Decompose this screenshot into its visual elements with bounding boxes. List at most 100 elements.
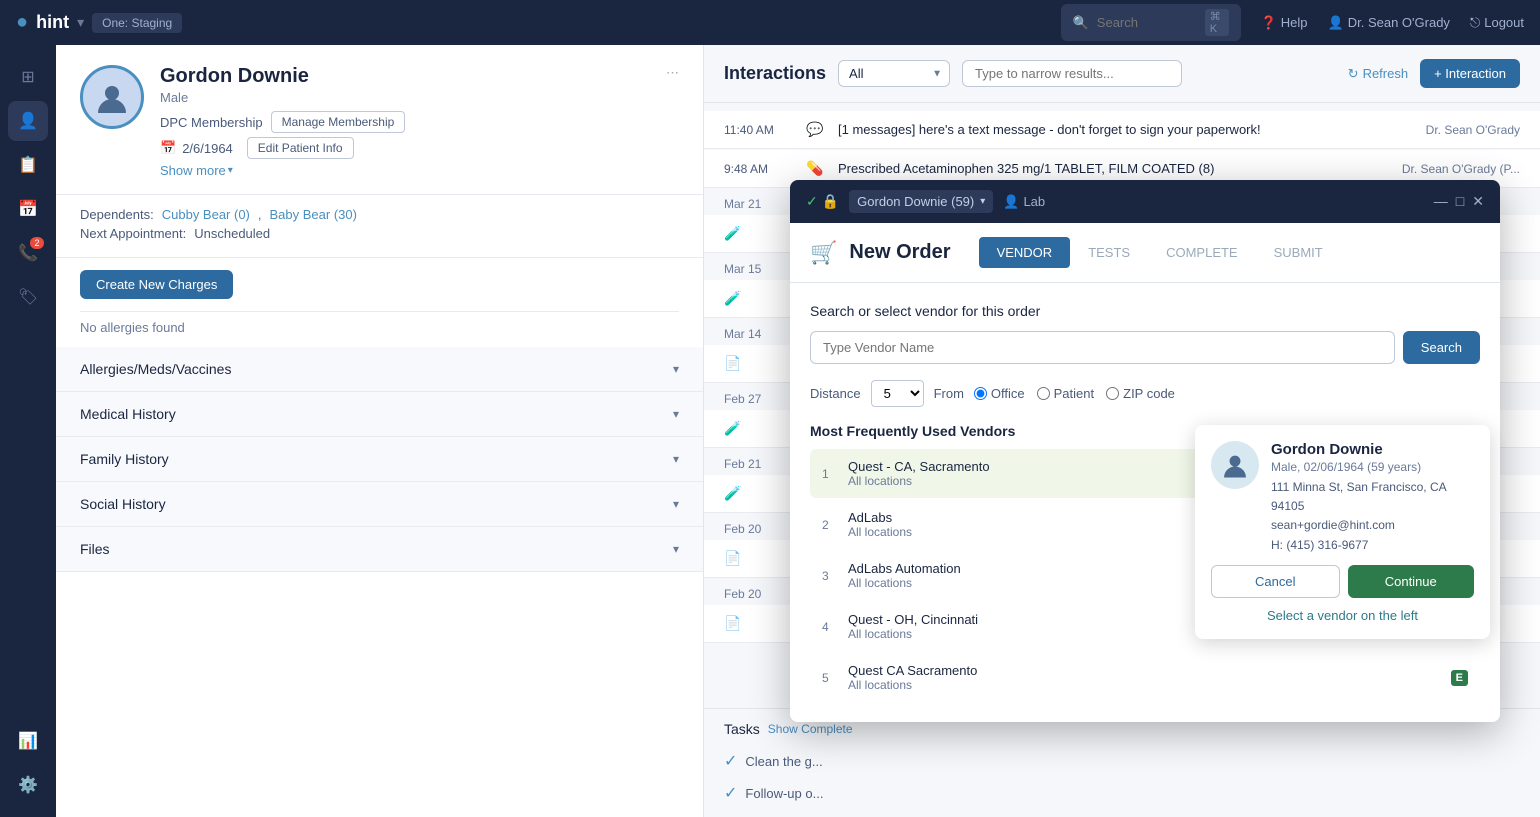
patient-header: Gordon Downie Male DPC Membership Manage… bbox=[56, 45, 703, 195]
accordion-header-files[interactable]: Files ▾ bbox=[56, 527, 703, 571]
distance-select[interactable]: 5102550 bbox=[871, 380, 924, 407]
vendor-loc: All locations bbox=[848, 474, 1441, 488]
accordion-header-allergies[interactable]: Allergies/Meds/Vaccines ▾ bbox=[56, 347, 703, 391]
sidebar-item-phone[interactable]: 📞2 bbox=[8, 233, 48, 273]
interaction-item[interactable]: 11:40 AM 💬 [1 messages] here's a text me… bbox=[704, 111, 1540, 149]
show-more-link[interactable]: Show more ▾ bbox=[160, 163, 405, 178]
task-item[interactable]: ✓ Follow-up o... bbox=[724, 777, 1520, 809]
refresh-button[interactable]: ↻ Refresh bbox=[1348, 66, 1408, 82]
sidebar-item-calendar[interactable]: 📅 bbox=[8, 189, 48, 229]
step-tab-complete[interactable]: COMPLETE bbox=[1148, 237, 1256, 268]
radio-zipcode[interactable]: ZIP code bbox=[1106, 386, 1175, 401]
chevron-icon-allergies: ▾ bbox=[673, 362, 679, 376]
interaction-text: [1 messages] here's a text message - don… bbox=[838, 122, 1414, 137]
sidebar-item-analytics[interactable]: 📊 bbox=[8, 721, 48, 761]
dropdown-arrow[interactable]: ▾ bbox=[77, 14, 84, 31]
message-icon: 💬 bbox=[806, 121, 826, 138]
vendor-item[interactable]: 5 Quest CA Sacramento All locations E bbox=[810, 653, 1480, 702]
vendor-badge: E bbox=[1451, 517, 1468, 533]
task-text: Follow-up o... bbox=[745, 786, 823, 801]
vendor-info: Quest - CA, Sacramento All locations bbox=[848, 459, 1441, 488]
vendor-num: 1 bbox=[822, 467, 838, 481]
vendor-name-input[interactable] bbox=[810, 331, 1395, 364]
interactions-filter[interactable]: All Messages Labs Prescriptions bbox=[838, 60, 950, 87]
vendor-item[interactable]: 4 Quest - OH, Cincinnati All locations E bbox=[810, 602, 1480, 651]
show-complete-link[interactable]: Show Complete bbox=[768, 722, 853, 736]
narrow-results-input[interactable] bbox=[962, 60, 1182, 87]
vendor-num: 5 bbox=[822, 671, 838, 685]
accordion-medical: Medical History ▾ bbox=[56, 392, 703, 437]
accordion-header-social[interactable]: Social History ▾ bbox=[56, 482, 703, 526]
vendor-loc: All locations bbox=[848, 525, 1441, 539]
new-order-modal: ✓ 🔒 Gordon Downie (59) ▾ 👤 Lab — □ ✕ bbox=[790, 180, 1500, 722]
patient-name: Gordon Downie bbox=[160, 65, 405, 88]
accordion-header-family[interactable]: Family History ▾ bbox=[56, 437, 703, 481]
search-input[interactable] bbox=[1097, 15, 1197, 30]
modal-patient-badge[interactable]: Gordon Downie (59) ▾ bbox=[849, 190, 993, 213]
search-icon: 🔍 bbox=[1073, 15, 1089, 31]
nav-right: 🔍 ⌘ K ❓ Help 👤 Dr. Sean O'Grady ⎋ Logout bbox=[1061, 4, 1524, 41]
modal-order-header: 🛒 New Order VENDOR TESTS COMPLETE SUBMIT bbox=[790, 223, 1500, 283]
task-item[interactable]: ✓ Clean the g... bbox=[724, 745, 1520, 777]
vendor-search-button[interactable]: Search bbox=[1403, 331, 1480, 364]
radio-patient[interactable]: Patient bbox=[1037, 386, 1094, 401]
dependent-cubby[interactable]: Cubby Bear (0) bbox=[162, 207, 250, 222]
user-link[interactable]: 👤 Dr. Sean O'Grady bbox=[1328, 15, 1450, 31]
step-tab-tests[interactable]: TESTS bbox=[1070, 237, 1148, 268]
vendor-info: Quest CA Sacramento All locations bbox=[848, 663, 1441, 692]
accordion-title-files: Files bbox=[80, 541, 110, 557]
left-sidebar: ⊞ 👤 📋 📅 📞2 🏷 📊 ⚙️ bbox=[0, 45, 56, 817]
tasks-title: Tasks bbox=[724, 721, 760, 737]
restore-icon[interactable]: □ bbox=[1456, 193, 1464, 210]
vendor-name: AdLabs bbox=[848, 510, 1441, 525]
vendor-item[interactable]: 2 AdLabs All locations E bbox=[810, 500, 1480, 549]
create-charges-button[interactable]: Create New Charges bbox=[80, 270, 233, 299]
next-appt-value: Unscheduled bbox=[194, 226, 270, 241]
dependent-baby[interactable]: Baby Bear (30) bbox=[270, 207, 357, 222]
no-allergies-text: No allergies found bbox=[56, 312, 703, 347]
radio-office[interactable]: Office bbox=[974, 386, 1025, 401]
sidebar-item-settings[interactable]: ⚙️ bbox=[8, 765, 48, 805]
logout-link[interactable]: ⎋ Logout bbox=[1470, 15, 1524, 31]
dob-value: 2/6/1964 bbox=[182, 141, 233, 156]
sidebar-item-tags[interactable]: 🏷 bbox=[8, 277, 48, 317]
logo-icon: ● bbox=[16, 11, 28, 34]
appt-row: Next Appointment: Unscheduled bbox=[80, 226, 679, 241]
vendor-item[interactable]: 1 Quest - CA, Sacramento All locations E bbox=[810, 449, 1480, 498]
search-box[interactable]: 🔍 ⌘ K bbox=[1061, 4, 1241, 41]
close-icon[interactable]: ✕ bbox=[1472, 193, 1484, 210]
doc-icon: 📄 bbox=[724, 355, 744, 372]
calendar-icon: 📅 bbox=[160, 140, 176, 156]
lock-icon: 🔒 bbox=[822, 193, 839, 210]
add-interaction-button[interactable]: + Interaction bbox=[1420, 59, 1520, 88]
step-tab-vendor[interactable]: VENDOR bbox=[979, 237, 1071, 268]
header-menu-icon[interactable]: ⋯ bbox=[666, 65, 679, 81]
modal-controls: — □ ✕ bbox=[1434, 193, 1484, 210]
help-link[interactable]: ❓ Help bbox=[1261, 15, 1308, 31]
lab-icon: 🧪 bbox=[724, 290, 744, 307]
interaction-text: Prescribed Acetaminophen 325 mg/1 TABLET… bbox=[838, 161, 1390, 176]
sidebar-item-grid[interactable]: ⊞ bbox=[8, 57, 48, 97]
refresh-icon: ↻ bbox=[1348, 66, 1359, 82]
help-icon: ❓ bbox=[1261, 15, 1277, 31]
vendor-num: 3 bbox=[822, 569, 838, 583]
vendor-badge: E bbox=[1451, 619, 1468, 635]
nav-left: ● hint ▾ One: Staging bbox=[16, 11, 182, 34]
dob-row: 📅 2/6/1964 Edit Patient Info bbox=[160, 137, 405, 159]
step-tab-submit[interactable]: SUBMIT bbox=[1256, 237, 1341, 268]
accordion-header-medical[interactable]: Medical History ▾ bbox=[56, 392, 703, 436]
minimize-icon[interactable]: — bbox=[1434, 193, 1448, 210]
interaction-doctor: Dr. Sean O'Grady (P... bbox=[1402, 162, 1520, 176]
search-shortcut: ⌘ K bbox=[1205, 9, 1229, 36]
sidebar-item-patients[interactable]: 👤 bbox=[8, 101, 48, 141]
logout-icon: ⎋ bbox=[1470, 15, 1480, 31]
sidebar-item-charts[interactable]: 📋 bbox=[8, 145, 48, 185]
distance-label: Distance bbox=[810, 386, 861, 401]
chevron-icon-medical: ▾ bbox=[673, 407, 679, 421]
edit-patient-button[interactable]: Edit Patient Info bbox=[247, 137, 354, 159]
manage-membership-button[interactable]: Manage Membership bbox=[271, 111, 406, 133]
patient-badge-label: Gordon Downie (59) bbox=[857, 194, 974, 209]
patient-info: Gordon Downie Male DPC Membership Manage… bbox=[80, 65, 405, 178]
accordion-family: Family History ▾ bbox=[56, 437, 703, 482]
vendor-item[interactable]: 3 AdLabs Automation All locations E bbox=[810, 551, 1480, 600]
